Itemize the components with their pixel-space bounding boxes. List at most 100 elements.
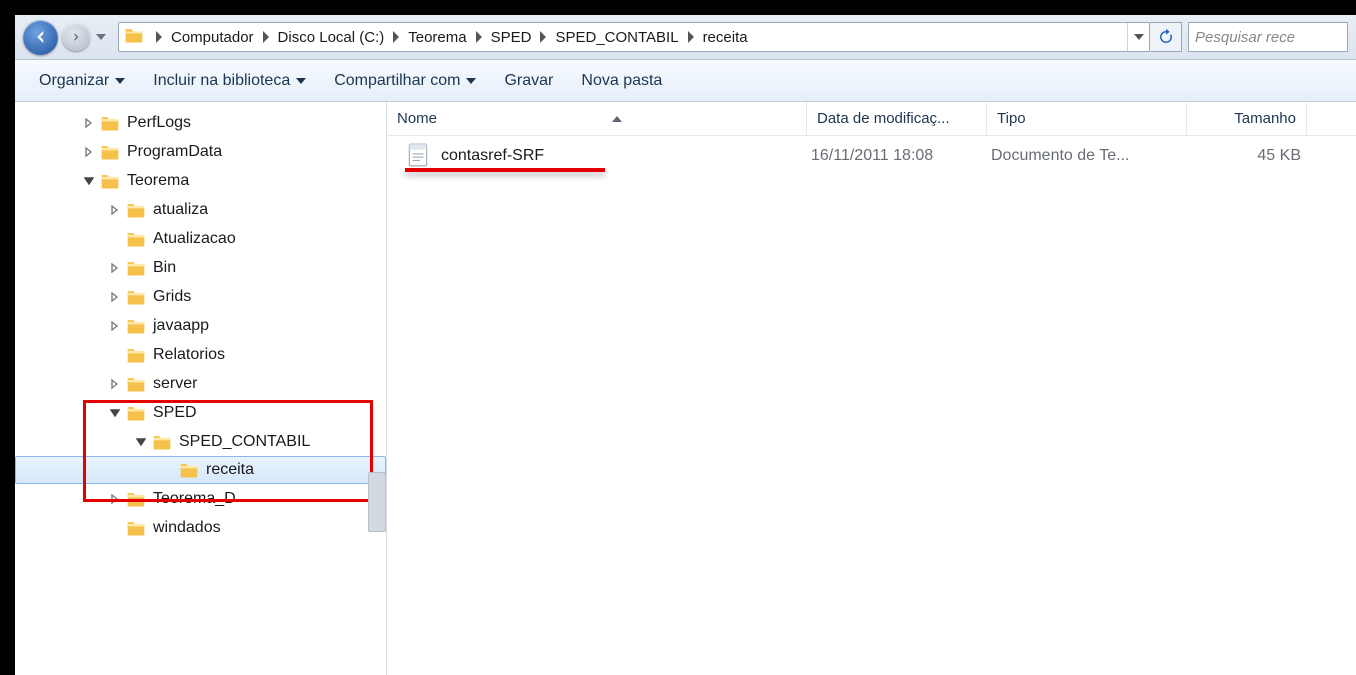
folder-icon [125, 489, 147, 509]
text-file-icon [405, 142, 433, 170]
folder-icon [99, 113, 121, 133]
nav-history-dropdown[interactable] [94, 22, 108, 52]
breadcrumb[interactable]: Disco Local (C:) [274, 23, 389, 51]
tree-item-label: receita [206, 461, 254, 479]
explorer-window: Computador Disco Local (C:) Teorema SPED… [15, 15, 1356, 675]
tree-item[interactable]: server [15, 369, 386, 398]
address-bar[interactable]: Computador Disco Local (C:) Teorema SPED… [118, 22, 1150, 52]
column-type[interactable]: Tipo [987, 102, 1187, 135]
tree-item[interactable]: javaapp [15, 311, 386, 340]
search-input[interactable]: Pesquisar rece [1188, 22, 1348, 52]
folder-icon [125, 345, 147, 365]
chevron-right-icon[interactable] [258, 31, 274, 43]
tree-item[interactable]: Atualizacao [15, 224, 386, 253]
expand-icon[interactable] [107, 318, 123, 334]
tree-item[interactable]: Relatorios [15, 340, 386, 369]
tree-item[interactable]: PerfLogs [15, 108, 386, 137]
tree-item[interactable]: SPED [15, 398, 386, 427]
expand-icon[interactable] [107, 202, 123, 218]
expand-icon[interactable] [107, 289, 123, 305]
forward-button[interactable] [62, 23, 90, 51]
file-date: 16/11/2011 18:08 [811, 147, 933, 164]
annotation-underline [405, 168, 605, 172]
column-date[interactable]: Data de modificaç... [807, 102, 987, 135]
chevron-right-icon[interactable] [151, 31, 167, 43]
folder-tree[interactable]: PerfLogs ProgramData Teorema atualiza Atuali… [15, 102, 387, 675]
tree-item[interactable]: Teorema [15, 166, 386, 195]
collapse-icon[interactable] [133, 434, 149, 450]
tree-item[interactable]: windados [15, 513, 386, 542]
refresh-button[interactable] [1150, 22, 1182, 52]
include-library-button[interactable]: Incluir na biblioteca [139, 66, 320, 96]
breadcrumb-label: Teorema [404, 29, 470, 46]
column-name[interactable]: Nome [387, 102, 807, 135]
tree-item-label: PerfLogs [127, 114, 191, 132]
breadcrumb[interactable]: receita [699, 23, 752, 51]
share-button[interactable]: Compartilhar com [320, 66, 490, 96]
search-placeholder: Pesquisar rece [1195, 29, 1295, 46]
tree-item-label: atualiza [153, 201, 208, 219]
organize-button[interactable]: Organizar [25, 66, 139, 96]
tree-item-label: ProgramData [127, 143, 222, 161]
file-row[interactable]: contasref-SRF 16/11/2011 18:08 Documento… [387, 136, 1356, 176]
tree-item[interactable]: ProgramData [15, 137, 386, 166]
file-list: Nome Data de modificaç... Tipo Tamanho c… [387, 102, 1356, 675]
column-headers: Nome Data de modificaç... Tipo Tamanho [387, 102, 1356, 136]
expand-icon[interactable] [107, 260, 123, 276]
breadcrumb[interactable]: Computador [167, 23, 258, 51]
breadcrumb[interactable]: Teorema [404, 23, 470, 51]
tree-item-label: SPED_CONTABIL [179, 433, 310, 451]
chevron-right-icon[interactable] [388, 31, 404, 43]
expand-icon[interactable] [81, 115, 97, 131]
collapse-icon[interactable] [81, 173, 97, 189]
folder-icon [125, 258, 147, 278]
tree-item-label: Relatorios [153, 346, 225, 364]
nav-row: Computador Disco Local (C:) Teorema SPED… [15, 15, 1356, 60]
tree-item-label: Bin [153, 259, 176, 277]
burn-button[interactable]: Gravar [490, 66, 567, 96]
folder-icon [99, 171, 121, 191]
expand-icon[interactable] [107, 376, 123, 392]
chevron-right-icon[interactable] [471, 31, 487, 43]
tree-item-label: Teorema [127, 172, 189, 190]
breadcrumb[interactable]: SPED [487, 23, 536, 51]
tree-item[interactable]: Grids [15, 282, 386, 311]
expand-icon[interactable] [81, 144, 97, 160]
tree-item-label: javaapp [153, 317, 209, 335]
tree-item[interactable]: Bin [15, 253, 386, 282]
folder-icon [125, 316, 147, 336]
breadcrumb-label: Disco Local (C:) [274, 29, 389, 46]
column-size[interactable]: Tamanho [1187, 102, 1307, 135]
tree-scrollbar[interactable] [368, 472, 386, 532]
sort-ascending-icon [612, 116, 622, 122]
folder-icon [178, 460, 200, 480]
chevron-right-icon[interactable] [535, 31, 551, 43]
folder-icon [125, 200, 147, 220]
breadcrumb-label: Computador [167, 29, 258, 46]
toolbar: Organizar Incluir na biblioteca Comparti… [15, 60, 1356, 102]
folder-icon [151, 432, 173, 452]
tree-item-label: Atualizacao [153, 230, 236, 248]
file-type: Documento de Te... [991, 147, 1129, 164]
tree-item-label: SPED [153, 404, 197, 422]
folder-icon [125, 518, 147, 538]
breadcrumb-label: SPED [487, 29, 536, 46]
tree-item[interactable]: Teorema_D [15, 484, 386, 513]
breadcrumb-label: SPED_CONTABIL [551, 29, 682, 46]
tree-item[interactable]: atualiza [15, 195, 386, 224]
back-button[interactable] [23, 20, 58, 55]
tree-item[interactable]: receita [15, 456, 386, 484]
expand-icon[interactable] [107, 491, 123, 507]
chevron-down-icon [115, 78, 125, 84]
chevron-down-icon [466, 78, 476, 84]
tree-item-label: server [153, 375, 197, 393]
new-folder-button[interactable]: Nova pasta [567, 66, 676, 96]
folder-icon [125, 403, 147, 423]
collapse-icon[interactable] [107, 405, 123, 421]
tree-item[interactable]: SPED_CONTABIL [15, 427, 386, 456]
file-name: contasref-SRF [441, 147, 544, 164]
address-dropdown[interactable] [1127, 23, 1149, 51]
chevron-right-icon[interactable] [683, 31, 699, 43]
breadcrumb[interactable]: SPED_CONTABIL [551, 23, 682, 51]
folder-icon [125, 374, 147, 394]
